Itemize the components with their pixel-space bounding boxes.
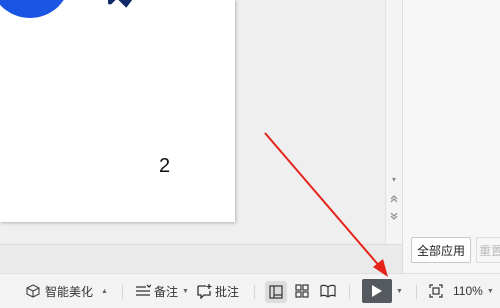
caret-up-icon[interactable]: ▲ (101, 288, 108, 295)
caret-down-icon: ▼ (396, 287, 403, 295)
play-slideshow-button[interactable] (362, 279, 392, 303)
zoom-level-dropdown[interactable]: 110% ▼ (453, 274, 494, 308)
divider (254, 285, 255, 299)
divider (122, 285, 123, 299)
reset-button[interactable]: 重置 (476, 237, 500, 263)
caret-down-icon[interactable]: ▼ (182, 288, 189, 295)
divider (416, 285, 417, 299)
slide-blue-circle (0, 0, 70, 18)
notes-icon (135, 284, 151, 298)
fit-window-button[interactable] (429, 274, 443, 308)
normal-view-icon (269, 285, 283, 299)
vertical-scrollbar[interactable]: ▾ (385, 0, 402, 244)
apply-all-button[interactable]: 全部应用 (411, 237, 471, 263)
divider (349, 285, 350, 299)
next-page-icon[interactable] (389, 211, 399, 221)
slide-canvas: 2 (0, 0, 385, 244)
fit-window-icon (429, 284, 443, 298)
book-icon (320, 284, 336, 298)
smart-beautify-label: 智能美化 (45, 284, 94, 299)
smart-beautify-button[interactable]: 智能美化 ▲ (26, 274, 108, 308)
right-side-panel (402, 0, 500, 273)
play-options-dropdown[interactable]: ▼ (396, 274, 403, 308)
caret-down-icon: ▼ (486, 287, 494, 295)
grid-view-icon (295, 284, 309, 298)
notes-label: 备注 (154, 284, 179, 299)
comment-plus-icon (196, 283, 212, 299)
slide-page[interactable]: 2 (0, 0, 235, 222)
normal-view-button[interactable] (265, 281, 287, 303)
reading-view-button[interactable] (320, 274, 336, 308)
scroll-down-small-icon[interactable]: ▾ (389, 175, 399, 185)
notes-pane[interactable] (0, 244, 402, 274)
comments-button[interactable]: 批注 (196, 274, 239, 308)
page-number: 2 (159, 155, 171, 177)
comments-label: 批注 (215, 284, 240, 299)
cube-icon (26, 284, 40, 298)
notes-button[interactable]: 备注 ▼ (135, 274, 189, 308)
zoom-level: 110% (453, 284, 483, 298)
previous-page-icon[interactable] (389, 194, 399, 204)
status-bar: 智能美化 ▲ 备注 ▼ 批注 ▼ 110% ▼ (0, 273, 500, 308)
slide-title-glyph-fragment (108, 0, 138, 10)
play-icon (371, 284, 383, 298)
sorter-view-button[interactable] (295, 274, 309, 308)
